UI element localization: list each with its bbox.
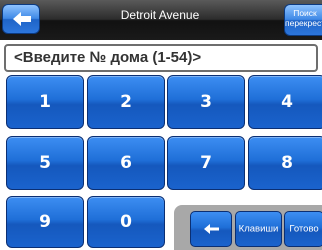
- key-6-label: 6: [120, 153, 132, 173]
- key-9-label: 9: [39, 212, 51, 232]
- key-0[interactable]: 0: [87, 196, 165, 248]
- key-4[interactable]: 4: [248, 75, 322, 129]
- back-button[interactable]: [2, 4, 40, 34]
- key-7-label: 7: [200, 153, 212, 173]
- keyboards-button-label: Клавиши: [238, 223, 279, 235]
- key-5-label: 5: [39, 153, 51, 173]
- search-intersection-button[interactable]: Поиск перекрест: [284, 4, 322, 36]
- keyboards-button[interactable]: Клавиши: [235, 211, 282, 247]
- key-7[interactable]: 7: [167, 136, 245, 190]
- house-number-input[interactable]: <Введите № дома (1-54)>: [4, 44, 318, 72]
- back-arrow-icon: [13, 12, 31, 26]
- done-button[interactable]: Готово: [284, 211, 322, 247]
- key-0-label: 0: [120, 212, 132, 232]
- done-button-label: Готово: [289, 223, 319, 235]
- house-number-placeholder: <Введите № дома (1-54)>: [14, 49, 202, 66]
- key-9[interactable]: 9: [6, 196, 84, 248]
- top-bar: Detroit Avenue Поиск перекрест: [0, 0, 322, 40]
- key-6[interactable]: 6: [87, 136, 165, 190]
- key-2-label: 2: [120, 92, 132, 112]
- key-1-label: 1: [39, 92, 51, 112]
- key-8-label: 8: [281, 153, 293, 173]
- search-button-label-line2: перекрест: [285, 18, 322, 28]
- key-3-label: 3: [200, 92, 212, 112]
- key-5[interactable]: 5: [6, 136, 84, 190]
- key-4-label: 4: [281, 92, 293, 112]
- page-title: Detroit Avenue: [120, 8, 200, 22]
- backspace-arrow-icon: [204, 224, 219, 234]
- backspace-button[interactable]: [190, 211, 232, 247]
- key-8[interactable]: 8: [248, 136, 322, 190]
- key-1[interactable]: 1: [6, 75, 84, 129]
- key-3[interactable]: 3: [167, 75, 245, 129]
- key-2[interactable]: 2: [87, 75, 165, 129]
- search-button-label-line1: Поиск: [293, 8, 317, 18]
